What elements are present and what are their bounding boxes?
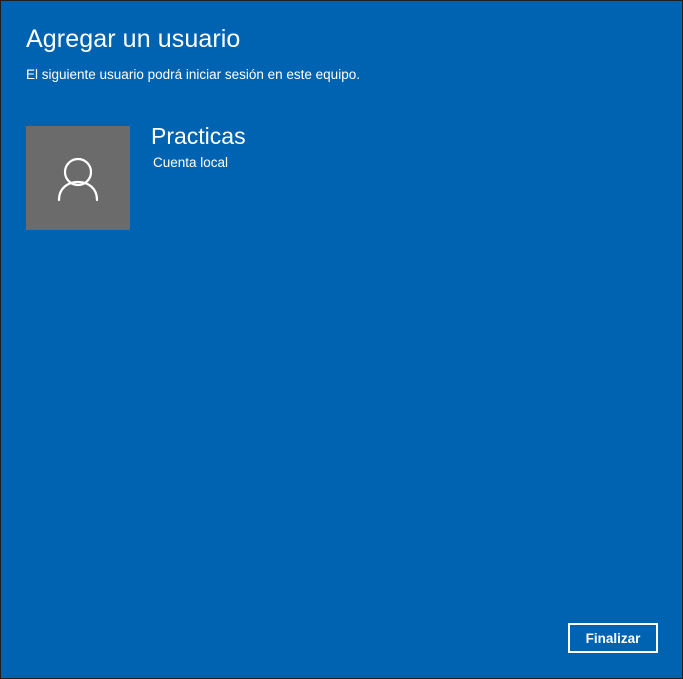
user-name: Practicas — [151, 123, 246, 149]
dialog-subtitle: El siguiente usuario podrá iniciar sesió… — [26, 67, 360, 82]
dialog-title: Agregar un usuario — [26, 25, 241, 53]
add-user-dialog: Agregar un usuario El siguiente usuario … — [0, 0, 683, 679]
avatar — [26, 126, 130, 230]
account-type: Cuenta local — [153, 155, 229, 170]
person-icon — [57, 157, 99, 202]
finish-button[interactable]: Finalizar — [568, 623, 658, 653]
